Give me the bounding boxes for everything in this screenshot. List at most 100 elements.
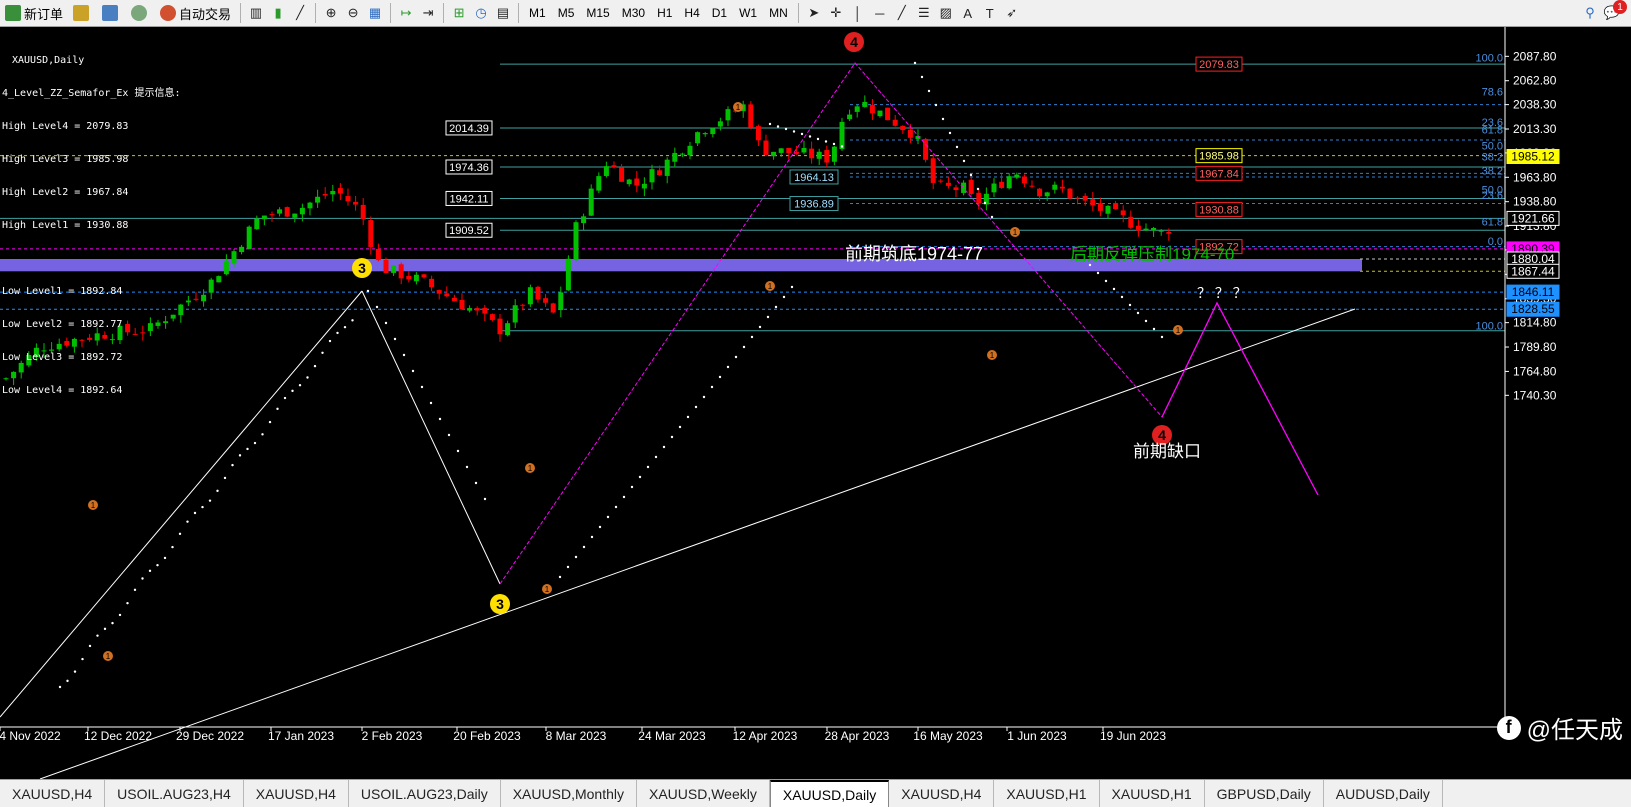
tab-xauusd-h1[interactable]: XAUUSD,H1 bbox=[994, 780, 1100, 807]
candle-body bbox=[771, 151, 777, 157]
candle bbox=[710, 127, 716, 138]
candle bbox=[489, 313, 495, 322]
navigator-button[interactable] bbox=[127, 2, 154, 24]
candle-chart-button[interactable]: ▮ bbox=[267, 2, 289, 24]
candle-body bbox=[999, 181, 1005, 188]
arrows-tool[interactable]: ➶ bbox=[1001, 2, 1023, 24]
sar-dot bbox=[678, 425, 682, 429]
candle-body bbox=[1037, 188, 1043, 197]
candle bbox=[436, 289, 442, 300]
wave-marker-text: 4 bbox=[850, 34, 858, 50]
tab-usoil-h4[interactable]: USOIL.AUG23,H4 bbox=[105, 780, 244, 807]
candle bbox=[1052, 181, 1058, 194]
sar-dot bbox=[375, 305, 379, 309]
equidistant-tool[interactable]: ▨ bbox=[935, 2, 957, 24]
label-tool[interactable]: T bbox=[979, 2, 1001, 24]
candle bbox=[535, 285, 541, 303]
tab-usoil-daily[interactable]: USOIL.AUG23,Daily bbox=[349, 780, 501, 807]
sar-dot bbox=[73, 670, 77, 673]
candle-body bbox=[710, 128, 716, 135]
timeframe-h4[interactable]: H4 bbox=[678, 2, 705, 24]
periods-button[interactable]: ◷ bbox=[470, 2, 492, 24]
text-tool[interactable]: A bbox=[957, 2, 979, 24]
zoom-in-button[interactable]: ⊕ bbox=[320, 2, 342, 24]
timeframe-m15[interactable]: M15 bbox=[580, 2, 615, 24]
timeframe-m30[interactable]: M30 bbox=[616, 2, 651, 24]
auto-trade-button[interactable]: 自动交易 bbox=[156, 2, 235, 24]
autoscroll-button[interactable]: ↦ bbox=[395, 2, 417, 24]
cursor-tool[interactable]: ➤ bbox=[803, 2, 825, 24]
semafor-small-marker: 1 bbox=[1010, 227, 1020, 237]
chart-shift-button[interactable]: ⇥ bbox=[417, 2, 439, 24]
sar-dot bbox=[776, 125, 780, 128]
author-watermark: f @任天成 bbox=[1496, 710, 1623, 745]
timeframe-mn[interactable]: MN bbox=[763, 2, 794, 24]
candle bbox=[664, 157, 670, 184]
candle-body bbox=[596, 176, 602, 191]
timeframe-d1[interactable]: D1 bbox=[706, 2, 733, 24]
wave-marker-text: 3 bbox=[358, 260, 366, 276]
small-marker-text: 1 bbox=[1176, 326, 1181, 335]
timeframe-w1[interactable]: W1 bbox=[733, 2, 763, 24]
market-watch-button[interactable] bbox=[69, 2, 96, 24]
sar-dot bbox=[171, 545, 174, 549]
timeframe-h1[interactable]: H1 bbox=[651, 2, 678, 24]
tile-windows-button[interactable]: ▦ bbox=[364, 2, 386, 24]
zoom-out-button[interactable]: ⊖ bbox=[342, 2, 364, 24]
price-tag-text: 1985.12 bbox=[1511, 149, 1555, 163]
candle bbox=[565, 255, 571, 291]
price-tag: 1828.55 bbox=[1506, 301, 1560, 317]
tab-xauusd-h4[interactable]: XAUUSD,H4 bbox=[0, 780, 106, 807]
candle-body bbox=[755, 126, 761, 141]
search-button[interactable]: ⚲ bbox=[1579, 2, 1601, 24]
candle-body bbox=[839, 121, 845, 150]
candle bbox=[923, 137, 929, 163]
timeframe-m5[interactable]: M5 bbox=[552, 2, 581, 24]
candle-body bbox=[368, 220, 374, 247]
candle-body bbox=[626, 179, 632, 185]
candle bbox=[854, 104, 860, 118]
candle-body bbox=[930, 158, 936, 183]
candle-body bbox=[421, 274, 427, 278]
crosshair-tool[interactable]: ✛ bbox=[825, 2, 847, 24]
tab-xauusd-h4-3[interactable]: XAUUSD,H4 bbox=[889, 780, 995, 807]
candle bbox=[763, 134, 769, 156]
price-tick-label: 1740.30 bbox=[1513, 388, 1557, 402]
templates-button[interactable]: ▤ bbox=[492, 2, 514, 24]
new-order-button[interactable]: 新订单 bbox=[1, 2, 67, 24]
candle-body bbox=[497, 318, 503, 335]
sar-dot bbox=[1152, 327, 1156, 331]
data-window-button[interactable] bbox=[98, 2, 125, 24]
sar-dot bbox=[750, 335, 754, 339]
tab-audusd-daily[interactable]: AUDUSD,Daily bbox=[1324, 780, 1443, 807]
candle-body bbox=[467, 308, 473, 311]
zz-box-text: 1936.89 bbox=[794, 199, 834, 211]
candle-body bbox=[375, 248, 381, 261]
sar-dot bbox=[276, 407, 279, 411]
sar-dot bbox=[193, 511, 197, 515]
sar-dot bbox=[103, 627, 107, 631]
tab-xauusd-h4-2[interactable]: XAUUSD,H4 bbox=[244, 780, 349, 807]
fibo-tool[interactable]: ☰ bbox=[913, 2, 935, 24]
trendline-tool[interactable]: ╱ bbox=[891, 2, 913, 24]
toolbar-divider bbox=[443, 3, 445, 23]
tab-gbpusd-daily[interactable]: GBPUSD,Daily bbox=[1205, 780, 1324, 807]
horizontal-line-tool[interactable]: ─ bbox=[869, 2, 891, 24]
alerts-button[interactable]: 💬 1 bbox=[1601, 0, 1627, 24]
tab-xauusd-h1-2[interactable]: XAUUSD,H1 bbox=[1100, 780, 1205, 807]
bar-chart-button[interactable]: ▥ bbox=[245, 2, 267, 24]
line-chart-button[interactable]: ╱ bbox=[289, 2, 311, 24]
indicators-button[interactable]: ⊞ bbox=[448, 2, 470, 24]
sar-dot bbox=[734, 355, 738, 359]
timeframe-m1[interactable]: M1 bbox=[523, 2, 552, 24]
candle bbox=[497, 314, 503, 342]
candle-body bbox=[1044, 192, 1050, 197]
tab-xauusd-monthly[interactable]: XAUUSD,Monthly bbox=[501, 780, 637, 807]
price-chart[interactable]: 100.0 78.6 23.6 61.8 50.0 38.2 38.2 50.0 23.6 61.… bbox=[0, 27, 1631, 779]
sar-dot bbox=[1112, 287, 1116, 291]
tab-xauusd-daily[interactable]: XAUUSD,Daily bbox=[769, 780, 890, 807]
sar-dot bbox=[402, 353, 406, 357]
tab-xauusd-weekly[interactable]: XAUUSD,Weekly bbox=[637, 780, 770, 807]
vertical-line-tool[interactable]: │ bbox=[847, 2, 869, 24]
candle bbox=[687, 141, 693, 160]
